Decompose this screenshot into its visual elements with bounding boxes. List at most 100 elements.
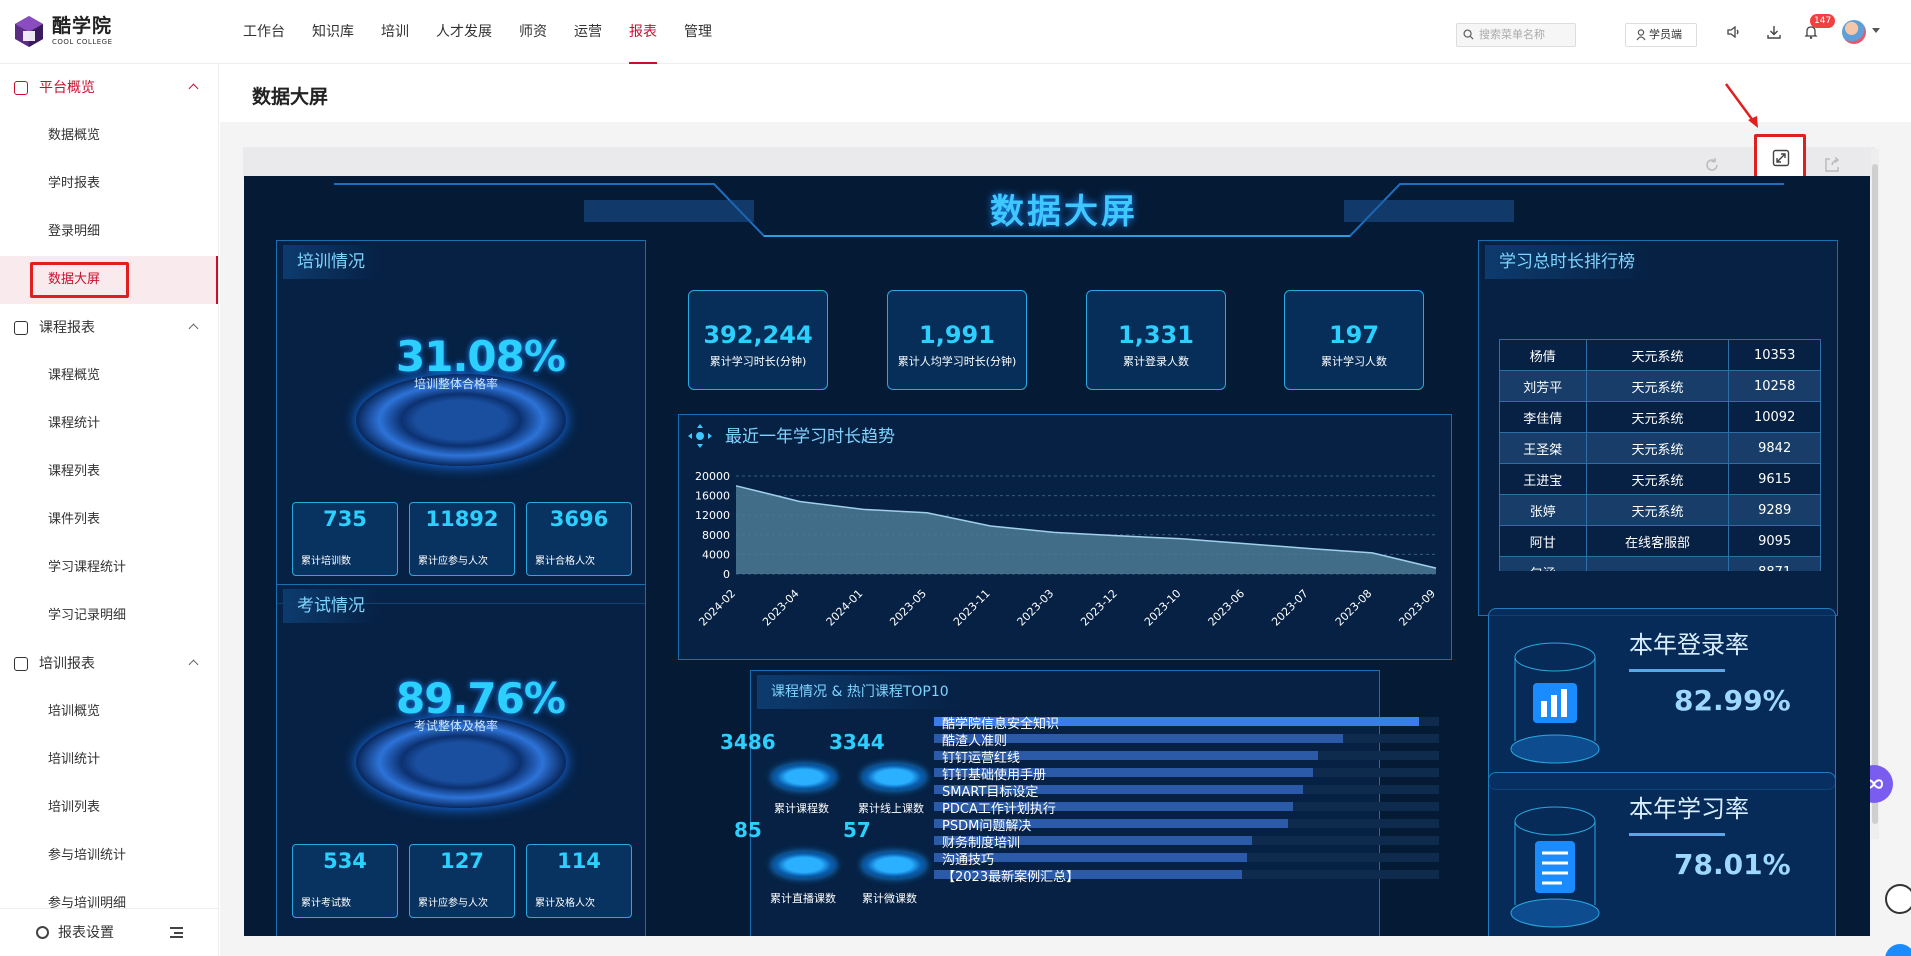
sidebar-item-courseware-list[interactable]: 课件列表 (0, 496, 218, 544)
course-count-value: 3486 (720, 730, 776, 754)
nav-item-knowledge[interactable]: 知识库 (312, 0, 354, 64)
stat-value: 1,331 (1118, 321, 1194, 349)
sidebar-item-training-stats[interactable]: 培训统计 (0, 736, 218, 784)
sidebar-item-learning-stats[interactable]: 学习课程统计 (0, 544, 218, 592)
course-count-label: 累计线上课数 (858, 802, 924, 815)
nav-item-teachers[interactable]: 师资 (519, 0, 547, 64)
rank-hours-cell: 10092 (1728, 401, 1821, 433)
collapse-menu-icon[interactable] (170, 927, 183, 938)
fullscreen-icon (1772, 149, 1790, 167)
scrollbar-thumb[interactable] (1872, 164, 1878, 824)
nav-item-reports[interactable]: 报表 (629, 0, 657, 64)
table-row: 李佳倩 天元系统 10092 (1499, 401, 1821, 433)
rank-dept-cell: 天元系统 (1585, 432, 1730, 464)
stat-value: 392,244 (703, 321, 813, 349)
divider (1629, 833, 1725, 836)
rank-hours-cell: 9095 (1728, 525, 1821, 557)
page-title: 数据大屏 (252, 86, 329, 108)
nav-item-workbench[interactable]: 工作台 (243, 0, 285, 64)
sidebar-item-data-screen[interactable]: 数据大屏 (0, 256, 218, 304)
kpi-card: 735 累计培训数 (292, 502, 398, 576)
sidebar-item-participation-stats[interactable]: 参与培训统计 (0, 832, 218, 880)
student-portal-button[interactable]: 学员端 (1625, 23, 1697, 47)
sidebar-group-label: 培训报表 (39, 656, 95, 672)
kpi-value: 3696 (549, 507, 609, 531)
speaker-icon[interactable] (1726, 24, 1742, 40)
share-icon[interactable] (1823, 156, 1841, 174)
rank-dept-cell: 天元系统 (1585, 494, 1730, 526)
exam-title: 考试情况 (283, 589, 379, 623)
support-float-button[interactable] (1885, 944, 1911, 956)
sidebar-item-training-overview[interactable]: 培训概览 (0, 688, 218, 736)
gear-icon[interactable] (36, 926, 49, 939)
search-placeholder: 搜索菜单名称 (1479, 28, 1545, 41)
exam-pass-rate-label: 考试整体及格率 (414, 719, 499, 733)
x-tick-label: 2023-12 (1078, 587, 1120, 629)
trend-title: 最近一年学习时长趋势 (725, 427, 895, 447)
training-pass-rate: 31.08% (396, 332, 566, 381)
nav-item-talent[interactable]: 人才发展 (436, 0, 492, 64)
disk-decor (772, 764, 836, 790)
y-tick-label: 4000 (702, 548, 730, 561)
sidebar-item-course-list[interactable]: 课程列表 (0, 448, 218, 496)
nav-item-manage[interactable]: 管理 (684, 0, 712, 64)
sidebar-item-data-overview[interactable]: 数据概览 (0, 112, 218, 160)
top-bar: 酷学院 COOL COLLEGE 工作台 知识库 培训 人才发展 师资 运营 报… (0, 0, 1911, 64)
kpi-value: 735 (323, 507, 367, 531)
logo[interactable]: 酷学院 COOL COLLEGE (12, 14, 113, 48)
stat-card: 1,991 累计人均学习时长(分钟) (887, 290, 1027, 390)
user-icon (1636, 29, 1646, 41)
course-count-value: 57 (843, 818, 871, 842)
rank-dept-cell: 天元系统 (1585, 463, 1730, 495)
divider (1629, 669, 1725, 672)
sidebar-item-learning-records[interactable]: 学习记录明细 (0, 592, 218, 640)
help-float-button[interactable] (1885, 884, 1911, 914)
x-tick-label: 2023-10 (1142, 587, 1184, 629)
stat-card: 1,331 累计登录人数 (1086, 290, 1226, 390)
chevron-up-icon (188, 83, 199, 94)
rank-hours-cell: 9289 (1728, 494, 1821, 526)
x-tick-label: 2024-01 (824, 587, 866, 629)
disk-decor (862, 852, 926, 878)
kpi-card: 114 累计及格人次 (526, 844, 632, 918)
ranking-table: 杨倩 天元系统 10353 刘芳平 天元系统 10258 李佳倩 天元系统 10092 王圣桀 天元… (1499, 339, 1821, 571)
exam-pass-rate: 89.76% (396, 674, 566, 723)
download-icon[interactable] (1766, 24, 1782, 40)
sidebar-item-login-detail[interactable]: 登录明细 (0, 208, 218, 256)
stat-value: 1,991 (919, 321, 995, 349)
report-settings-link[interactable]: 报表设置 (58, 909, 114, 956)
sidebar-group-platform[interactable]: 平台概览 (0, 64, 218, 112)
x-tick-label: 2023-04 (760, 587, 802, 629)
ranking-table-wrap: 杨倩 天元系统 10353 刘芳平 天元系统 10258 李佳倩 天元系统 10092 王圣桀 天元… (1499, 339, 1821, 571)
nav-item-operations[interactable]: 运营 (574, 0, 602, 64)
sidebar-item-training-list[interactable]: 培训列表 (0, 784, 218, 832)
study-rate-value: 78.01% (1674, 848, 1791, 881)
search-input[interactable]: 搜索菜单名称 (1456, 23, 1576, 47)
x-tick-label: 2023-03 (1015, 587, 1057, 629)
rank-name-cell: 王圣桀 (1499, 432, 1587, 464)
screen-title: 数据大屏 (990, 192, 1138, 232)
training-pass-rate-label: 培训整体合格率 (414, 377, 499, 391)
fullscreen-button[interactable] (1754, 134, 1806, 179)
training-title: 培训情况 (283, 245, 379, 279)
nav-item-training[interactable]: 培训 (381, 0, 409, 64)
avatar[interactable] (1842, 20, 1866, 44)
login-rate-card: 本年登录率 82.99% (1488, 608, 1836, 790)
sidebar-group-training[interactable]: 培训报表 (0, 640, 218, 688)
rank-dept-cell (1585, 556, 1730, 571)
chevron-down-icon[interactable] (1872, 28, 1880, 33)
y-tick-label: 8000 (702, 529, 730, 542)
red-arrow-annotation (1724, 83, 1758, 128)
trend-area (736, 485, 1436, 574)
brand-subtitle: COOL COLLEGE (52, 37, 113, 46)
logo-icon (15, 16, 43, 47)
sidebar-group-course[interactable]: 课程报表 (0, 304, 218, 352)
sidebar-item-hours-report[interactable]: 学时报表 (0, 160, 218, 208)
x-tick-label: 2023-06 (1206, 587, 1248, 629)
refresh-icon[interactable] (1703, 156, 1721, 174)
sidebar-item-course-overview[interactable]: 课程概览 (0, 352, 218, 400)
table-row: 包涵 8871 (1499, 556, 1821, 571)
sidebar-item-course-stats[interactable]: 课程统计 (0, 400, 218, 448)
kpi-label: 累计应参与人次 (418, 898, 488, 909)
ranking-title: 学习总时长排行榜 (1485, 245, 1649, 279)
